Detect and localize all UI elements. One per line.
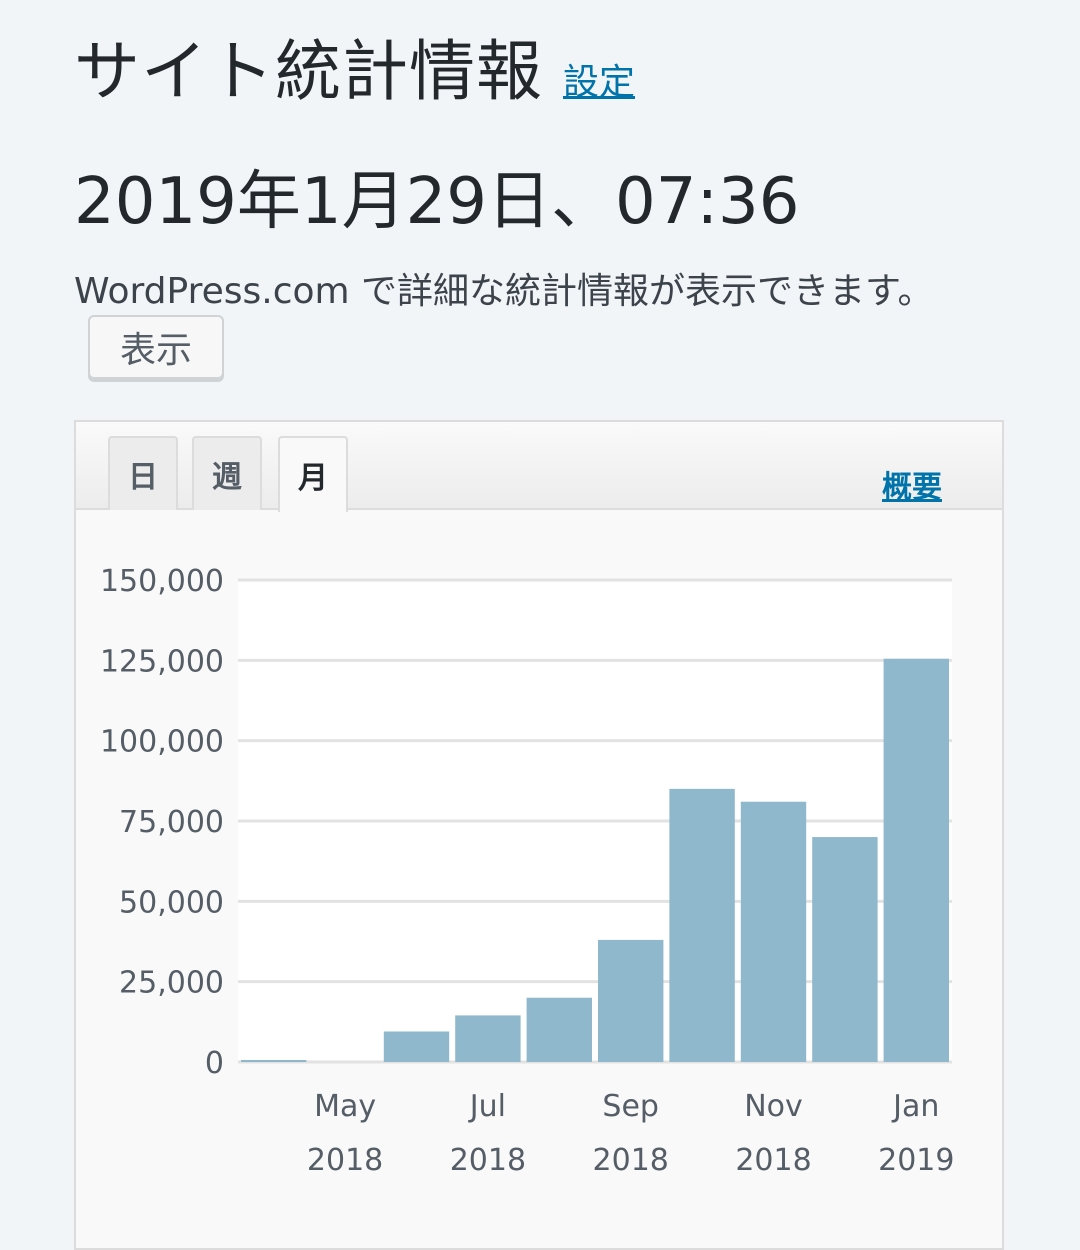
y-tick-label: 125,000 [100, 644, 224, 679]
x-tick-month: Sep [602, 1089, 659, 1124]
bar-nov-2018[interactable] [740, 801, 807, 1062]
views-bar-chart: 150,000 125,000 100,000 75,000 50,000 25,000 0… [100, 564, 955, 1178]
y-tick-label: 0 [205, 1046, 224, 1081]
x-axis-labels: May 2018 Jul 2018 Sep 2018 Nov 2018 Jan 2019 [307, 1089, 955, 1178]
bar-jun-2018[interactable] [383, 1031, 450, 1062]
x-tick-year: 2018 [450, 1143, 526, 1178]
x-tick-month: May [314, 1089, 376, 1124]
y-tick-label: 150,000 [100, 564, 224, 599]
x-tick-year: 2018 [593, 1143, 669, 1178]
page-title: サイト統計情報 [74, 33, 543, 110]
x-tick-month: Jan [891, 1089, 939, 1124]
bar-oct-2018[interactable] [669, 788, 735, 1062]
bar-jul-2018[interactable] [455, 1015, 521, 1062]
x-tick-year: 2019 [878, 1143, 954, 1178]
stats-panel: 日 週 月 概要 150,000 125,000 100,000 75,000 50,0… [74, 420, 1004, 1250]
bar-sep-2018[interactable] [598, 939, 664, 1062]
y-axis-labels: 150,000 125,000 100,000 75,000 50,000 25,000 0 [100, 564, 224, 1081]
x-tick-year: 2018 [307, 1143, 383, 1178]
summary-link[interactable]: 概要 [882, 462, 942, 506]
view-button[interactable]: 表示 [88, 315, 224, 379]
y-tick-label: 75,000 [119, 805, 224, 840]
wpcom-notice: WordPress.com で詳細な統計情報が表示できます。 [74, 271, 934, 312]
bar-aug-2018[interactable] [526, 997, 592, 1062]
stats-datetime: 2019年1月29日、07:36 [74, 165, 800, 239]
page-header: サイト統計情報 設定 [74, 18, 635, 114]
y-tick-label: 50,000 [119, 885, 224, 920]
bar-dec-2018[interactable] [812, 837, 878, 1062]
period-tabs: 日 週 月 概要 [76, 422, 1002, 512]
bar-apr-2018[interactable] [241, 1060, 307, 1062]
bar-jan-2019[interactable] [883, 658, 949, 1062]
tab-day[interactable]: 日 [108, 436, 178, 510]
settings-link[interactable]: 設定 [563, 53, 635, 105]
y-tick-label: 25,000 [119, 966, 224, 1001]
x-tick-month: Jul [468, 1089, 506, 1124]
x-tick-year: 2018 [735, 1143, 811, 1178]
y-tick-label: 100,000 [100, 725, 224, 760]
tab-week[interactable]: 週 [192, 436, 262, 510]
tab-month[interactable]: 月 [278, 436, 348, 512]
x-tick-month: Nov [744, 1089, 803, 1124]
